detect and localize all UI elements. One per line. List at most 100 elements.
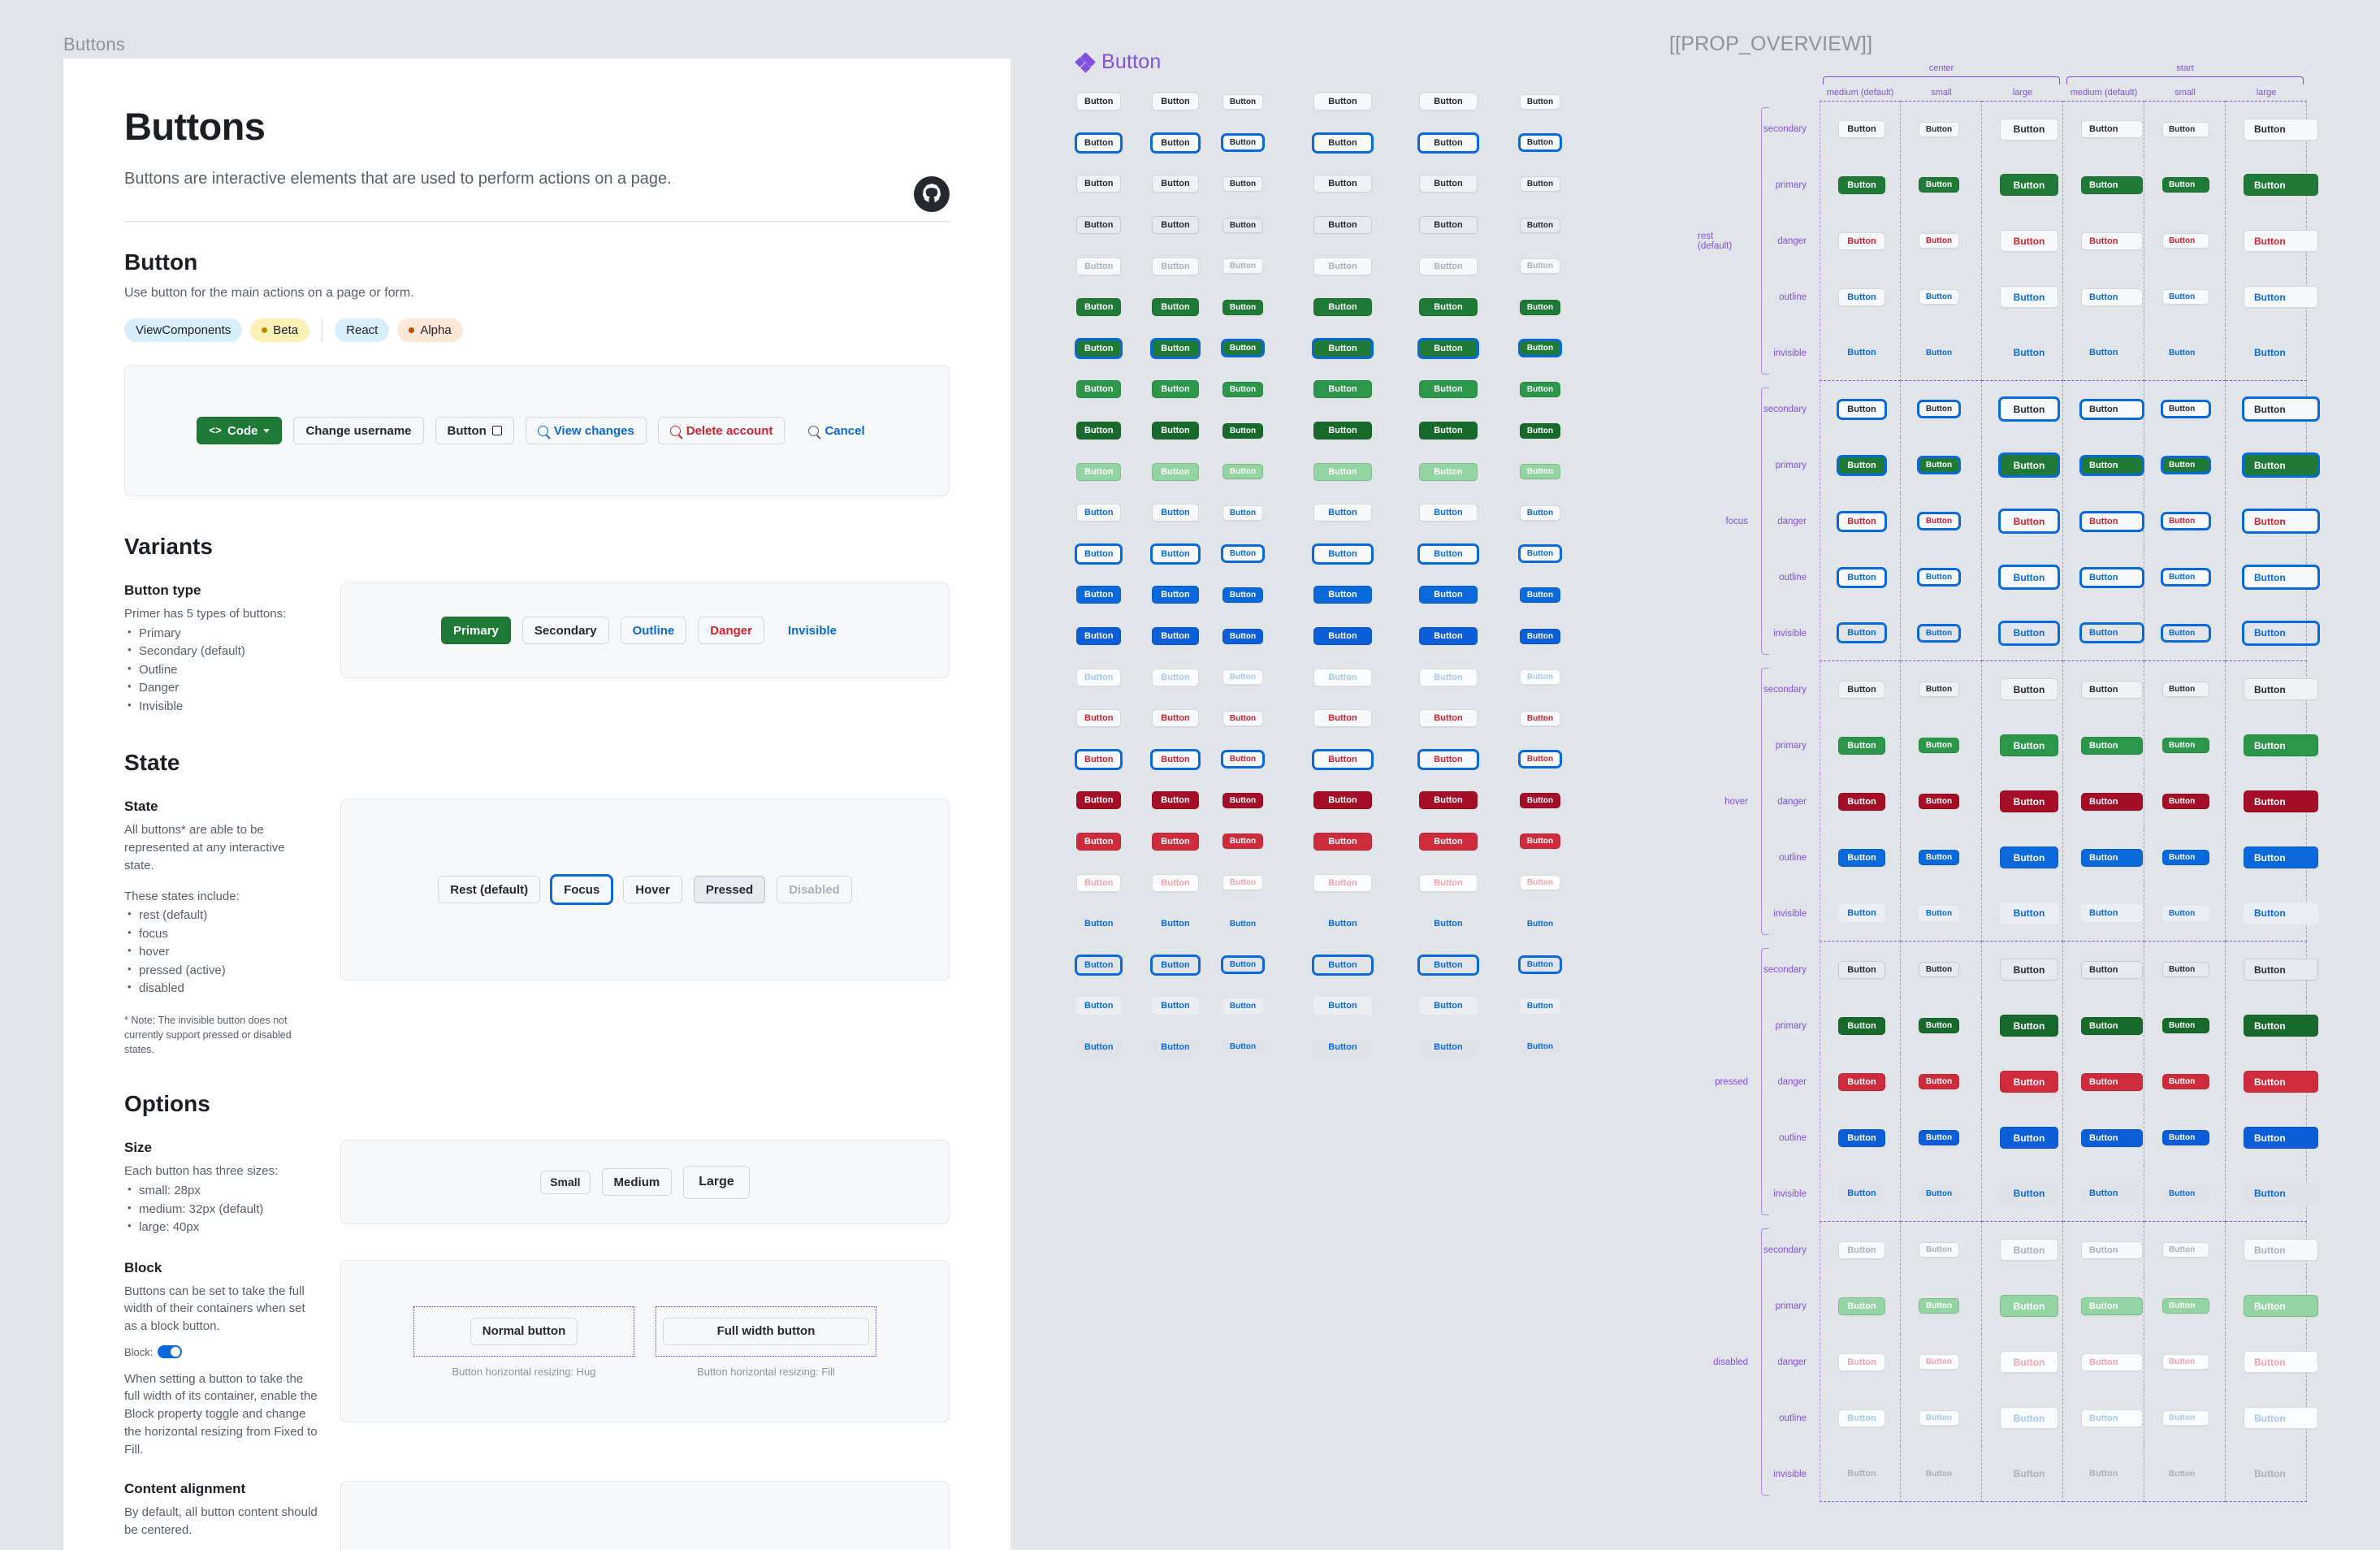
matrix-button-outline-pressed[interactable]: Button: [1419, 627, 1478, 646]
matrix-button-secondary-rest[interactable]: Button: [1313, 93, 1372, 111]
overview-button-pressed-invisible-medium[interactable]: Button: [1838, 1184, 1885, 1202]
matrix-button-danger-focus[interactable]: Button: [1520, 751, 1560, 768]
code-button[interactable]: <> Code: [197, 417, 283, 445]
matrix-button-invisible-hover[interactable]: Button: [1222, 998, 1263, 1014]
matrix-button-danger-pressed[interactable]: Button: [1076, 832, 1122, 851]
size-small-button[interactable]: Small: [540, 1170, 591, 1194]
overview-button-rest-outline-small[interactable]: Button: [2162, 289, 2209, 305]
matrix-button-invisible-hover[interactable]: Button: [1076, 997, 1122, 1015]
matrix-button-secondary-focus[interactable]: Button: [1419, 133, 1478, 152]
matrix-button-outline-focus[interactable]: Button: [1222, 546, 1263, 562]
matrix-button-primary-pressed[interactable]: Button: [1076, 422, 1122, 440]
overview-button-hover-secondary-small[interactable]: Button: [1919, 682, 1959, 697]
matrix-button-primary-focus[interactable]: Button: [1520, 340, 1560, 357]
overview-button-pressed-danger-medium[interactable]: Button: [1838, 1072, 1885, 1091]
matrix-button-outline-hover[interactable]: Button: [1419, 586, 1478, 604]
overview-button-focus-danger-small[interactable]: Button: [1919, 513, 1959, 529]
badge-alpha[interactable]: Alpha: [397, 318, 463, 343]
matrix-button-danger-hover[interactable]: Button: [1520, 792, 1560, 808]
overview-button-pressed-primary-large[interactable]: Button: [2244, 1015, 2318, 1037]
matrix-button-primary-hover[interactable]: Button: [1152, 380, 1199, 399]
matrix-button-outline-focus[interactable]: Button: [1520, 546, 1560, 562]
matrix-button-danger-rest[interactable]: Button: [1520, 710, 1560, 726]
matrix-button-outline-pressed[interactable]: Button: [1222, 628, 1263, 644]
badge-beta[interactable]: Beta: [250, 318, 310, 343]
overview-button-pressed-outline-small[interactable]: Button: [1919, 1130, 1959, 1145]
matrix-button-danger-pressed[interactable]: Button: [1313, 832, 1372, 851]
overview-button-pressed-danger-small[interactable]: Button: [2162, 1074, 2209, 1089]
matrix-button-danger-pressed[interactable]: Button: [1419, 832, 1478, 851]
overview-button-hover-primary-small[interactable]: Button: [1919, 738, 1959, 753]
matrix-button-secondary-rest[interactable]: Button: [1419, 93, 1478, 111]
matrix-button-primary-rest[interactable]: Button: [1152, 298, 1199, 317]
overview-button-hover-danger-medium[interactable]: Button: [2081, 792, 2143, 811]
matrix-button-invisible-focus[interactable]: Button: [1222, 957, 1263, 973]
state-rest-button[interactable]: Rest (default): [438, 876, 541, 904]
matrix-button-secondary-rest[interactable]: Button: [1152, 93, 1199, 111]
matrix-button-invisible-pressed[interactable]: Button: [1076, 1037, 1122, 1056]
overview-button-hover-invisible-medium[interactable]: Button: [2081, 904, 2143, 922]
overview-button-focus-primary-large[interactable]: Button: [2244, 454, 2318, 476]
size-large-button[interactable]: Large: [683, 1165, 750, 1199]
overview-button-focus-danger-medium[interactable]: Button: [1838, 512, 1885, 530]
matrix-button-outline-rest[interactable]: Button: [1313, 504, 1372, 522]
overview-button-focus-outline-large[interactable]: Button: [2000, 566, 2058, 588]
matrix-button-primary-rest[interactable]: Button: [1222, 299, 1263, 315]
variant-primary-button[interactable]: Primary: [441, 617, 511, 645]
overview-button-pressed-invisible-small[interactable]: Button: [2162, 1185, 2209, 1201]
matrix-button-outline-focus[interactable]: Button: [1152, 544, 1199, 563]
matrix-button-invisible-pressed[interactable]: Button: [1419, 1037, 1478, 1056]
matrix-button-outline-rest[interactable]: Button: [1222, 504, 1263, 521]
overview-button-focus-invisible-medium[interactable]: Button: [2081, 624, 2143, 642]
overview-button-focus-primary-large[interactable]: Button: [2000, 454, 2058, 476]
matrix-button-invisible-hover[interactable]: Button: [1520, 998, 1560, 1014]
overview-button-hover-invisible-small[interactable]: Button: [1919, 905, 1959, 921]
overview-button-pressed-secondary-large[interactable]: Button: [2000, 959, 2058, 981]
overview-button-pressed-primary-small[interactable]: Button: [2162, 1018, 2209, 1033]
overview-button-pressed-secondary-small[interactable]: Button: [1919, 962, 1959, 977]
overview-button-hover-secondary-medium[interactable]: Button: [1838, 680, 1885, 699]
overview-button-hover-primary-medium[interactable]: Button: [1838, 736, 1885, 755]
overview-button-hover-outline-large[interactable]: Button: [2244, 846, 2318, 868]
matrix-button-danger-hover[interactable]: Button: [1222, 792, 1263, 808]
state-focus-button[interactable]: Focus: [552, 876, 612, 904]
overview-button-hover-secondary-large[interactable]: Button: [2000, 678, 2058, 700]
matrix-button-outline-pressed[interactable]: Button: [1152, 627, 1199, 646]
overview-button-hover-outline-medium[interactable]: Button: [1838, 848, 1885, 867]
state-pressed-button[interactable]: Pressed: [693, 876, 766, 904]
overview-button-hover-primary-medium[interactable]: Button: [2081, 736, 2143, 755]
overview-button-pressed-danger-small[interactable]: Button: [1919, 1074, 1959, 1089]
matrix-button-outline-hover[interactable]: Button: [1152, 586, 1199, 604]
overview-button-focus-danger-large[interactable]: Button: [2244, 510, 2318, 532]
overview-button-pressed-danger-large[interactable]: Button: [2244, 1071, 2318, 1093]
overview-button-rest-invisible-medium[interactable]: Button: [1838, 344, 1885, 362]
overview-button-pressed-secondary-large[interactable]: Button: [2244, 959, 2318, 981]
matrix-button-primary-rest[interactable]: Button: [1313, 298, 1372, 317]
overview-button-rest-invisible-small[interactable]: Button: [2162, 345, 2209, 361]
overview-button-rest-invisible-medium[interactable]: Button: [2081, 344, 2143, 362]
overview-button-focus-invisible-large[interactable]: Button: [2000, 621, 2058, 644]
overview-button-pressed-primary-large[interactable]: Button: [2000, 1015, 2058, 1037]
matrix-button-primary-rest[interactable]: Button: [1419, 298, 1478, 317]
overview-button-rest-primary-medium[interactable]: Button: [2081, 175, 2143, 194]
overview-button-focus-outline-small[interactable]: Button: [1919, 569, 1959, 585]
overview-button-focus-secondary-medium[interactable]: Button: [1838, 400, 1885, 418]
matrix-button-primary-focus[interactable]: Button: [1222, 340, 1263, 357]
matrix-button-secondary-pressed[interactable]: Button: [1520, 217, 1560, 233]
overview-button-focus-invisible-medium[interactable]: Button: [1838, 624, 1885, 642]
overview-button-rest-secondary-large[interactable]: Button: [2244, 118, 2318, 141]
matrix-button-secondary-focus[interactable]: Button: [1222, 135, 1263, 151]
overview-button-hover-danger-small[interactable]: Button: [2162, 794, 2209, 809]
matrix-button-danger-rest[interactable]: Button: [1076, 709, 1122, 728]
matrix-button-outline-hover[interactable]: Button: [1520, 587, 1560, 603]
matrix-button-primary-pressed[interactable]: Button: [1313, 422, 1372, 440]
overview-button-hover-danger-large[interactable]: Button: [2000, 790, 2058, 812]
overview-button-focus-invisible-small[interactable]: Button: [2162, 625, 2209, 641]
matrix-button-primary-pressed[interactable]: Button: [1222, 422, 1263, 439]
matrix-button-primary-hover[interactable]: Button: [1076, 380, 1122, 399]
matrix-button-outline-rest[interactable]: Button: [1419, 504, 1478, 522]
overview-button-pressed-secondary-medium[interactable]: Button: [1838, 960, 1885, 979]
matrix-button-outline-rest[interactable]: Button: [1152, 504, 1199, 522]
overview-button-pressed-invisible-large[interactable]: Button: [2244, 1182, 2318, 1205]
overview-button-focus-secondary-medium[interactable]: Button: [2081, 400, 2143, 418]
